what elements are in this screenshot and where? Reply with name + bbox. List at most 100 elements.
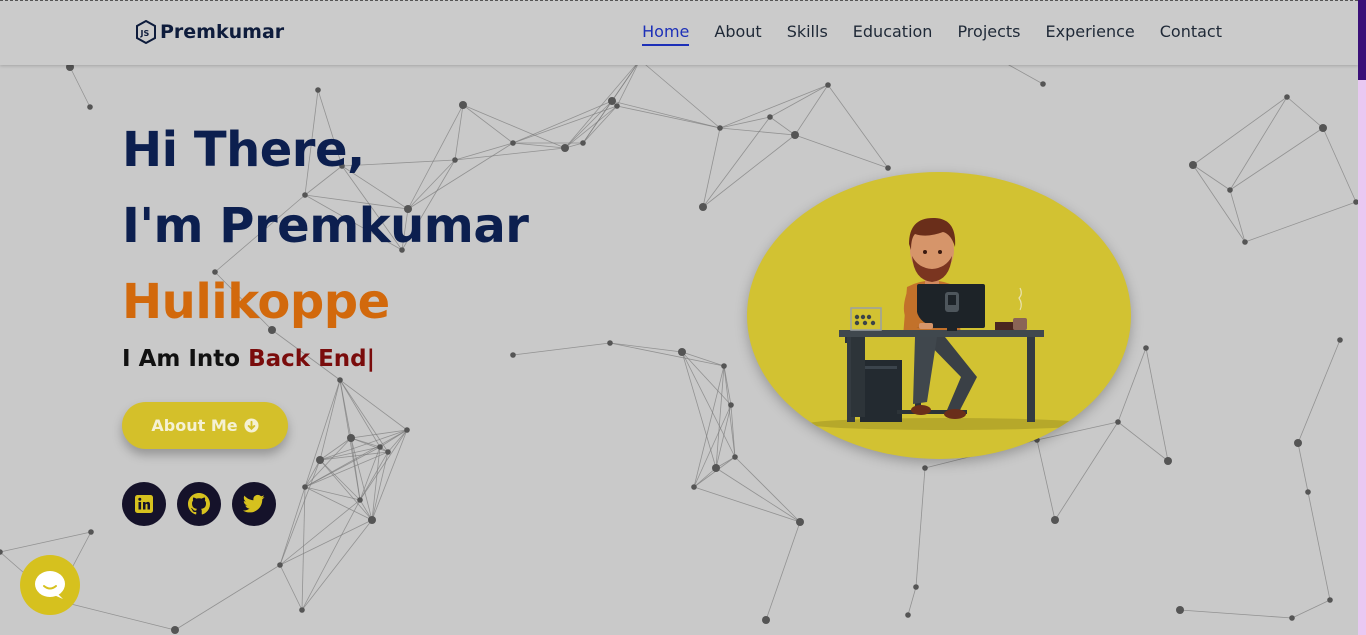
network-link: [0, 531, 92, 553]
nav-education[interactable]: Education: [853, 22, 933, 46]
network-node: [299, 607, 305, 613]
network-node: [825, 82, 831, 88]
linkedin-button[interactable]: [122, 482, 166, 526]
network-link: [512, 105, 618, 144]
network-link: [1229, 189, 1246, 243]
network-link: [1229, 127, 1324, 191]
network-link: [769, 116, 796, 136]
network-link: [1297, 442, 1309, 493]
network-node: [607, 340, 613, 346]
nav-home[interactable]: Home: [642, 22, 690, 46]
network-link: [827, 84, 889, 169]
network-link: [350, 429, 408, 439]
network-link: [1244, 201, 1357, 243]
network-node: [691, 484, 697, 490]
network-node: [171, 626, 179, 634]
network-node: [337, 377, 343, 383]
network-node: [368, 516, 376, 524]
typing-role: Back End|: [248, 346, 376, 372]
network-link: [1229, 96, 1288, 191]
hero-section: Hi There, I'm Premkumar Hulikoppe I Am I…: [122, 112, 529, 372]
network-node: [905, 612, 911, 618]
brand-logo[interactable]: JS Premkumar: [135, 20, 284, 44]
network-node: [1319, 124, 1327, 132]
scrollbar-track-top: [1358, 0, 1366, 80]
network-node: [277, 562, 283, 568]
network-link: [359, 451, 389, 501]
network-link: [1179, 609, 1293, 619]
network-node: [580, 140, 586, 146]
network-node: [1294, 439, 1302, 447]
scrollbar-track[interactable]: [1358, 80, 1366, 635]
network-link: [734, 456, 801, 523]
network-link: [564, 59, 641, 149]
nav-experience[interactable]: Experience: [1046, 22, 1135, 46]
nav-projects[interactable]: Projects: [957, 22, 1020, 46]
network-link: [715, 467, 801, 523]
network-node: [721, 363, 727, 369]
network-node: [614, 103, 620, 109]
nav-skills[interactable]: Skills: [787, 22, 828, 46]
network-link: [616, 105, 721, 129]
developer-illustration: [747, 172, 1131, 459]
network-node: [347, 434, 355, 442]
hero-surname: Hulikoppe: [122, 274, 390, 330]
network-node: [796, 518, 804, 526]
network-node: [1176, 606, 1184, 614]
hero-greeting: Hi There,: [122, 122, 365, 178]
network-link: [1286, 96, 1324, 129]
network-link: [1036, 439, 1056, 521]
network-link: [564, 105, 618, 149]
network-link: [279, 564, 303, 611]
network-link: [719, 84, 829, 129]
network-link: [1145, 347, 1169, 462]
typing-text: I Am Into Back End|: [122, 346, 528, 372]
network-node: [1227, 187, 1233, 193]
network-node: [712, 464, 720, 472]
network-link: [279, 486, 306, 566]
chat-bubble-icon: [35, 571, 65, 599]
nav-contact[interactable]: Contact: [1160, 22, 1222, 46]
network-node: [1284, 94, 1290, 100]
network-node: [561, 144, 569, 152]
network-link: [1192, 96, 1288, 166]
network-node: [678, 348, 686, 356]
svg-text:JS: JS: [140, 29, 150, 38]
network-link: [719, 116, 771, 129]
network-link: [301, 499, 361, 611]
navbar: JS Premkumar Home About Skills Education…: [0, 0, 1358, 65]
twitter-button[interactable]: [232, 482, 276, 526]
network-node: [885, 165, 891, 171]
network-node: [1289, 615, 1295, 621]
main-navigation: Home About Skills Education Projects Exp…: [642, 22, 1222, 46]
network-node: [1115, 419, 1121, 425]
network-node: [1051, 516, 1059, 524]
nav-about[interactable]: About: [714, 22, 761, 46]
network-link: [794, 134, 889, 169]
typing-prefix: I Am Into: [122, 346, 249, 372]
network-link: [1192, 164, 1246, 243]
network-link: [765, 521, 801, 621]
network-link: [769, 84, 829, 118]
network-node: [302, 484, 308, 490]
network-link: [1322, 127, 1357, 203]
network-link: [279, 519, 373, 566]
network-node: [87, 104, 93, 110]
network-link: [564, 100, 613, 149]
network-node: [717, 125, 723, 131]
network-node: [762, 616, 770, 624]
chat-widget-button[interactable]: [20, 555, 80, 615]
network-node: [1305, 489, 1311, 495]
network-link: [609, 342, 725, 367]
brand-name: Premkumar: [160, 21, 285, 43]
linkedin-icon: [135, 495, 153, 513]
network-link: [69, 66, 91, 108]
about-me-button[interactable]: About Me: [122, 402, 288, 449]
github-button[interactable]: [177, 482, 221, 526]
developer-at-desk-illustration: [807, 217, 1087, 430]
about-me-label: About Me: [151, 416, 238, 435]
network-link: [304, 437, 352, 488]
network-link: [1117, 347, 1147, 423]
network-node: [922, 465, 928, 471]
network-node: [377, 444, 383, 450]
